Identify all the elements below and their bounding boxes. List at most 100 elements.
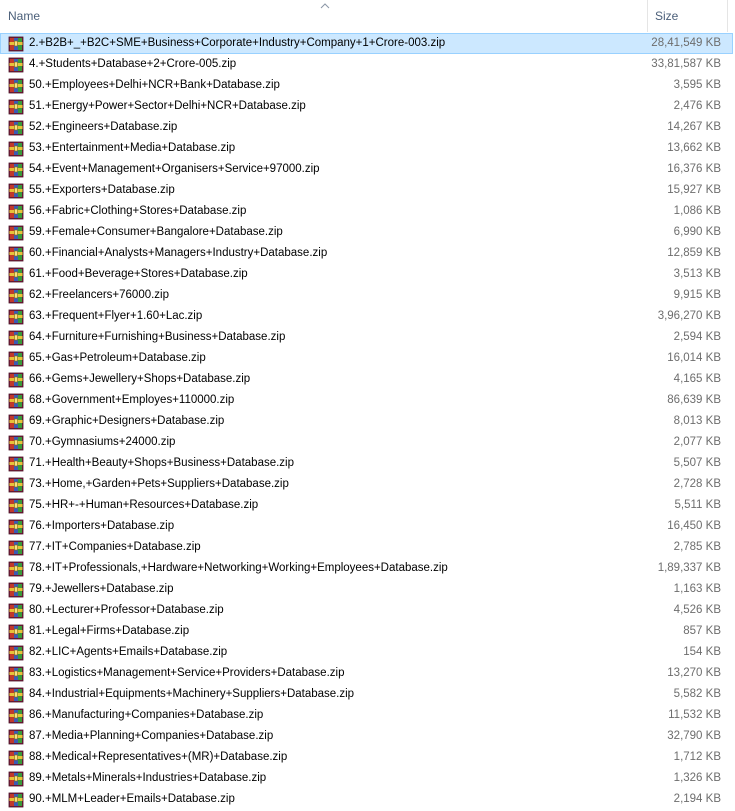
file-row[interactable]: 87.+Media+Planning+Companies+Database.zi… (0, 726, 733, 747)
file-name: 2.+B2B+_+B2C+SME+Business+Corporate+Indu… (29, 37, 446, 49)
file-name: 76.+Importers+Database.zip (29, 520, 175, 532)
file-row[interactable]: 53.+Entertainment+Media+Database.zip 13,6… (0, 138, 733, 159)
file-size: 5,511 KB (674, 499, 721, 511)
winrar-archive-icon (8, 36, 24, 52)
file-name: 51.+Energy+Power+Sector+Delhi+NCR+Databa… (29, 100, 306, 112)
column-header-name[interactable]: Name (0, 0, 648, 32)
winrar-archive-icon (8, 666, 24, 682)
file-name: 70.+Gymnasiums+24000.zip (29, 436, 176, 448)
winrar-archive-icon (8, 393, 24, 409)
file-row[interactable]: 63.+Frequent+Flyer+1.60+Lac.zip 3,96,270 … (0, 306, 733, 327)
file-size: 15,927 KB (667, 184, 721, 196)
winrar-archive-icon (8, 288, 24, 304)
file-size: 16,376 KB (667, 163, 721, 175)
file-row[interactable]: 51.+Energy+Power+Sector+Delhi+NCR+Databa… (0, 96, 733, 117)
sort-ascending-icon (320, 3, 330, 9)
file-row[interactable]: 79.+Jewellers+Database.zip 1,163 KB (0, 579, 733, 600)
file-size: 32,790 KB (667, 730, 721, 742)
file-name: 77.+IT+Companies+Database.zip (29, 541, 201, 553)
file-row[interactable]: 2.+B2B+_+B2C+SME+Business+Corporate+Indu… (0, 33, 733, 54)
winrar-archive-icon (8, 477, 24, 493)
file-row[interactable]: 50.+Employees+Delhi+NCR+Bank+Database.zi… (0, 75, 733, 96)
file-size: 1,712 KB (673, 751, 721, 763)
winrar-archive-icon (8, 708, 24, 724)
file-row[interactable]: 83.+Logistics+Management+Service+Provide… (0, 663, 733, 684)
file-size: 9,915 KB (673, 289, 721, 301)
file-row[interactable]: 66.+Gems+Jewellery+Shops+Database.zip 4,1… (0, 369, 733, 390)
file-size: 16,014 KB (667, 352, 721, 364)
file-row[interactable]: 82.+LIC+Agents+Emails+Database.zip 154 KB (0, 642, 733, 663)
file-row[interactable]: 84.+Industrial+Equipments+Machinery+Supp… (0, 684, 733, 705)
winrar-archive-icon (8, 624, 24, 640)
column-header-name-label: Name (8, 9, 41, 23)
file-row[interactable]: 54.+Event+Management+Organisers+Service+… (0, 159, 733, 180)
file-row[interactable]: 60.+Financial+Analysts+Managers+Industry… (0, 243, 733, 264)
file-row[interactable]: 61.+Food+Beverage+Stores+Database.zip 3,5… (0, 264, 733, 285)
file-name: 87.+Media+Planning+Companies+Database.zi… (29, 730, 274, 742)
file-name: 63.+Frequent+Flyer+1.60+Lac.zip (29, 310, 203, 322)
file-size: 13,662 KB (667, 142, 721, 154)
file-name: 78.+IT+Professionals,+Hardware+Networkin… (29, 562, 448, 574)
winrar-archive-icon (8, 792, 24, 808)
file-row[interactable]: 89.+Metals+Minerals+Industries+Database.… (0, 768, 733, 789)
winrar-archive-icon (8, 204, 24, 220)
winrar-archive-icon (8, 162, 24, 178)
file-size: 4,526 KB (673, 604, 721, 616)
file-row[interactable]: 71.+Health+Beauty+Shops+Business+Databas… (0, 453, 733, 474)
file-name: 79.+Jewellers+Database.zip (29, 583, 174, 595)
file-size: 86,639 KB (667, 394, 721, 406)
column-header-size-label: Size (655, 9, 679, 23)
file-row[interactable]: 65.+Gas+Petroleum+Database.zip 16,014 KB (0, 348, 733, 369)
file-name: 88.+Medical+Representatives+(MR)+Databas… (29, 751, 288, 763)
file-size: 1,163 KB (673, 583, 721, 595)
file-row[interactable]: 62.+Freelancers+76000.zip 9,915 KB (0, 285, 733, 306)
file-size: 857 KB (683, 625, 721, 637)
file-row[interactable]: 81.+Legal+Firms+Database.zip 857 KB (0, 621, 733, 642)
winrar-archive-icon (8, 309, 24, 325)
file-name: 81.+Legal+Firms+Database.zip (29, 625, 190, 637)
file-row[interactable]: 69.+Graphic+Designers+Database.zip 8,013 … (0, 411, 733, 432)
file-size: 1,326 KB (673, 772, 721, 784)
file-row[interactable]: 76.+Importers+Database.zip 16,450 KB (0, 516, 733, 537)
file-name: 54.+Event+Management+Organisers+Service+… (29, 163, 320, 175)
file-name: 65.+Gas+Petroleum+Database.zip (29, 352, 206, 364)
file-row[interactable]: 70.+Gymnasiums+24000.zip 2,077 KB (0, 432, 733, 453)
winrar-archive-icon (8, 267, 24, 283)
file-row[interactable]: 90.+MLM+Leader+Emails+Database.zip 2,194 … (0, 789, 733, 810)
winrar-archive-icon (8, 771, 24, 787)
winrar-archive-icon (8, 729, 24, 745)
winrar-archive-icon (8, 351, 24, 367)
file-size: 2,476 KB (673, 100, 721, 112)
file-size: 11,532 KB (668, 709, 721, 721)
file-name: 53.+Entertainment+Media+Database.zip (29, 142, 236, 154)
column-header-size[interactable]: Size (648, 0, 728, 32)
file-size: 4,165 KB (673, 373, 721, 385)
file-name: 69.+Graphic+Designers+Database.zip (29, 415, 225, 427)
winrar-archive-icon (8, 435, 24, 451)
file-row[interactable]: 73.+Home,+Garden+Pets+Suppliers+Database… (0, 474, 733, 495)
file-row[interactable]: 80.+Lecturer+Professor+Database.zip 4,526… (0, 600, 733, 621)
file-row[interactable]: 56.+Fabric+Clothing+Stores+Database.zip 1… (0, 201, 733, 222)
file-row[interactable]: 68.+Government+Employes+110000.zip 86,639… (0, 390, 733, 411)
file-size: 2,785 KB (673, 541, 721, 553)
file-size: 3,595 KB (673, 79, 721, 91)
file-row[interactable]: 59.+Female+Consumer+Bangalore+Database.z… (0, 222, 733, 243)
file-row[interactable]: 55.+Exporters+Database.zip 15,927 KB (0, 180, 733, 201)
file-row[interactable]: 4.+Students+Database+2+Crore-005.zip 33,8… (0, 54, 733, 75)
file-row[interactable]: 77.+IT+Companies+Database.zip 2,785 KB (0, 537, 733, 558)
file-size: 16,450 KB (667, 520, 721, 532)
file-row[interactable]: 52.+Engineers+Database.zip 14,267 KB (0, 117, 733, 138)
file-row[interactable]: 64.+Furniture+Furnishing+Business+Databa… (0, 327, 733, 348)
file-row[interactable]: 88.+Medical+Representatives+(MR)+Databas… (0, 747, 733, 768)
winrar-archive-icon (8, 519, 24, 535)
file-size: 1,086 KB (673, 205, 721, 217)
file-name: 59.+Female+Consumer+Bangalore+Database.z… (29, 226, 283, 238)
winrar-archive-icon (8, 372, 24, 388)
file-row[interactable]: 86.+Manufacturing+Companies+Database.zip… (0, 705, 733, 726)
file-size: 2,194 KB (673, 793, 721, 805)
file-name: 68.+Government+Employes+110000.zip (29, 394, 235, 406)
winrar-archive-icon (8, 582, 24, 598)
file-size: 13,270 KB (667, 667, 721, 679)
file-row[interactable]: 78.+IT+Professionals,+Hardware+Networkin… (0, 558, 733, 579)
file-row[interactable]: 75.+HR+-+Human+Resources+Database.zip 5,5… (0, 495, 733, 516)
